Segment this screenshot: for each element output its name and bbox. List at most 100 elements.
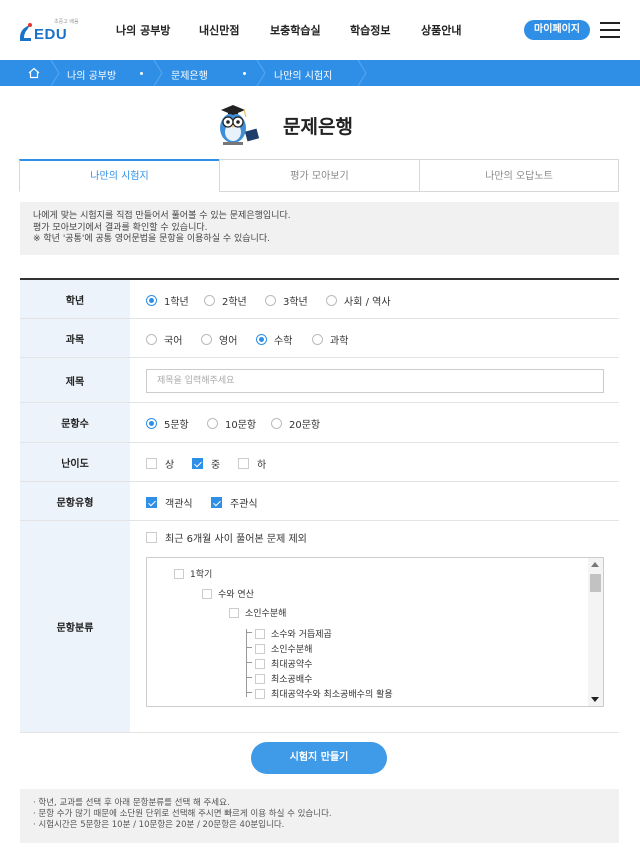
type-row: 문항유형 객관식 주관식 [20,482,619,521]
tree-leaf[interactable]: 소인수분해 [255,642,312,655]
tree-node-semester[interactable]: 1학기 [174,567,212,580]
tab-my-test[interactable]: 나만의 시험지 [19,159,220,192]
tree-node-subunit[interactable]: 소인수분해 [229,606,286,619]
checkbox[interactable] [174,568,184,579]
radio-button[interactable] [265,295,276,306]
tab-wrong-note[interactable]: 나만의 오답노트 [419,159,619,192]
category-label: 문항분류 [20,521,130,732]
checkbox[interactable] [255,688,265,699]
nav-exam-prep[interactable]: 내신만점 [199,22,239,38]
tree-connector [246,692,252,693]
nav-study-info[interactable]: 학습정보 [350,22,390,38]
difficulty-option[interactable]: 하 [238,456,266,471]
exclude-recent-option[interactable]: 최근 6개월 사이 풀어본 문제 제외 [146,530,307,545]
checkbox[interactable] [229,607,239,618]
menu-icon[interactable] [600,21,620,39]
breadcrumb-item[interactable]: 나만의 시험지 [274,67,332,82]
note-line: · 시험시간은 5문항은 10분 / 10문항은 20분 / 20문항은 40분… [33,820,285,830]
tree-leaf[interactable]: 최소공배수 [255,672,312,685]
edu-logo[interactable]: 초중고 배움 EDU [18,18,79,44]
checkbox[interactable] [146,532,157,543]
radio-button[interactable] [146,418,157,429]
scroll-up-icon[interactable] [591,562,599,567]
grade-option[interactable]: 2학년 [204,293,247,308]
breadcrumb-item[interactable]: 나의 공부방 [67,67,116,82]
difficulty-option[interactable]: 중 [192,456,220,471]
radio-button[interactable] [312,334,323,345]
grade-option[interactable]: 3학년 [265,293,308,308]
tab-evaluation[interactable]: 평가 모아보기 [219,159,420,192]
breadcrumb-item[interactable]: 문제은행 [171,67,208,82]
category-tree[interactable]: 1학기 수와 연산 소인수분해 소수와 거듭제곱 소인수분해 최대공약수 최소공… [146,557,604,707]
radio-button[interactable] [146,334,157,345]
checkbox[interactable] [238,458,249,469]
owl-mascot-icon [220,105,260,145]
tree-leaf[interactable]: 소수와 거듭제곱 [255,627,332,640]
type-option[interactable]: 주관식 [211,495,258,510]
type-option[interactable]: 객관식 [146,495,193,510]
notice-box: 나에게 맞는 시험지를 직접 만들어서 풀어볼 수 있는 문제은행입니다. 평가… [20,202,619,255]
grade-row: 학년 1학년 2학년 3학년 사회 / 역사 [20,280,619,319]
count-option[interactable]: 20문항 [271,416,320,431]
checkbox[interactable] [255,643,265,654]
tree-leaf[interactable]: 최대공약수 [255,657,312,670]
count-option[interactable]: 10문항 [207,416,256,431]
radio-button[interactable] [326,295,337,306]
tree-leaf[interactable]: 최대공약수와 최소공배수의 활용 [255,687,393,700]
count-label: 문항수 [20,403,130,442]
grade-option[interactable]: 1학년 [146,293,189,308]
subject-option[interactable]: 과학 [312,332,348,347]
logo-text: EDU [34,26,68,43]
difficulty-label: 난이도 [20,443,130,481]
tree-connector [246,629,247,697]
subject-option[interactable]: 영어 [201,332,237,347]
subject-option[interactable]: 수학 [256,332,292,347]
nav-my-study[interactable]: 나의 공부방 [116,22,170,38]
type-label: 문항유형 [20,482,130,520]
tree-node-unit[interactable]: 수와 연산 [202,587,254,600]
grade-option[interactable]: 사회 / 역사 [326,293,391,308]
checkbox[interactable] [255,673,265,684]
title-input[interactable] [146,369,604,393]
difficulty-option[interactable]: 상 [146,456,174,471]
radio-button[interactable] [201,334,212,345]
scroll-down-icon[interactable] [591,697,599,702]
nav-supplement[interactable]: 보충학습실 [270,22,321,38]
test-form: 학년 1학년 2학년 3학년 사회 / 역사 과목 국어 영어 수학 과학 제목… [20,278,619,733]
home-icon[interactable] [27,66,41,80]
title-row: 제목 [20,358,619,403]
radio-button[interactable] [256,334,267,345]
notice-line: 나에게 맞는 시험지를 직접 만들어서 풀어볼 수 있는 문제은행입니다. [33,211,291,221]
checkbox[interactable] [146,497,157,508]
mypage-button[interactable]: 마이페이지 [524,20,590,40]
radio-button[interactable] [271,418,282,429]
tree-connector [246,632,252,633]
checkbox[interactable] [255,658,265,669]
breadcrumb: 나의 공부방 문제은행 나만의 시험지 [0,60,640,86]
tree-connector [246,647,252,648]
checkbox[interactable] [211,497,222,508]
radio-button[interactable] [204,295,215,306]
note-line: · 학년, 교과를 선택 후 아래 문항분류를 선택 해 주세요. [33,798,230,808]
subject-row: 과목 국어 영어 수학 과학 [20,319,619,358]
checkbox[interactable] [146,458,157,469]
difficulty-row: 난이도 상 중 하 [20,443,619,482]
subject-option[interactable]: 국어 [146,332,182,347]
create-test-button[interactable]: 시험지 만들기 [251,742,387,774]
checkbox[interactable] [202,588,212,599]
checkbox[interactable] [255,628,265,639]
nav-products[interactable]: 상품안내 [421,22,461,38]
count-option[interactable]: 5문항 [146,416,189,431]
chevron-right-icon [153,60,163,86]
chevron-right-icon [256,60,266,86]
radio-button[interactable] [207,418,218,429]
count-row: 문항수 5문항 10문항 20문항 [20,403,619,443]
radio-button[interactable] [146,295,157,306]
dropdown-dot-icon[interactable] [243,72,246,75]
chevron-right-icon [357,60,367,86]
page-title: 문제은행 [283,116,353,138]
checkbox[interactable] [192,458,203,469]
dropdown-dot-icon[interactable] [140,72,143,75]
tree-scrollbar[interactable] [588,558,603,706]
scroll-thumb[interactable] [590,574,601,592]
